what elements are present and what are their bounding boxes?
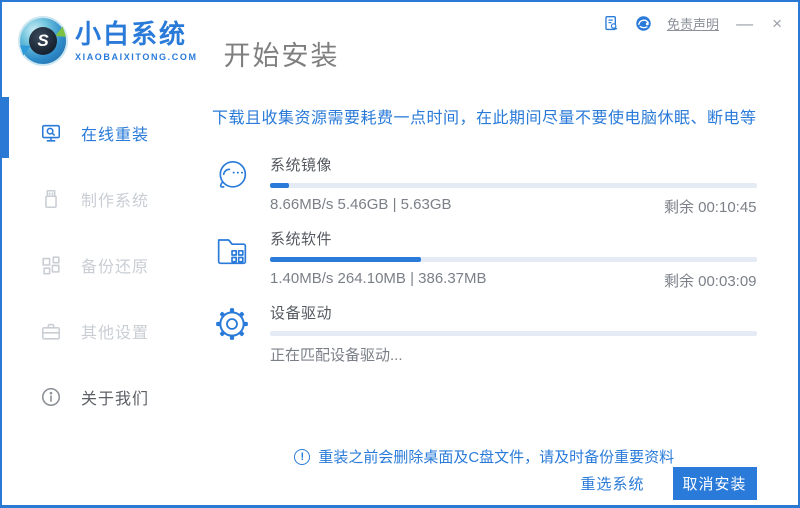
sidebar-item-label: 备份还原 (81, 259, 150, 276)
sidebar-item-online-reinstall[interactable]: 在线重装 (2, 100, 202, 166)
task-row-device-driver: 设备驱动 正在匹配设备驱动... (212, 302, 757, 365)
task-stats: 正在匹配设备驱动... (270, 344, 757, 365)
time-remaining: 剩余 00:10:45 (663, 199, 757, 216)
install-panel: 下载且收集资源需要耗费一点时间，在此期间尽量不要使电脑休眠、断电等 系统镜像 8… (202, 90, 798, 505)
gear-icon (212, 304, 252, 344)
task-row-system-image: 系统镜像 8.66MB/s 5.46GB | 5.63GB 剩余 00:10:4… (212, 154, 757, 217)
task-body: 系统软件 1.40MB/s 264.10MB | 386.37MB 剩余 00:… (270, 228, 757, 291)
customer-service-headset-icon[interactable] (635, 15, 652, 32)
task-title: 系统软件 (270, 231, 333, 248)
monitor-search-icon (41, 124, 61, 142)
task-title: 系统镜像 (270, 157, 333, 174)
brand-domain: XIAOBAIXITONG.COM (75, 51, 198, 62)
task-stats: 8.66MB/s 5.46GB | 5.63GB 剩余 00:10:45 (270, 196, 757, 217)
sidebar-item-other-settings[interactable]: 其他设置 (2, 298, 202, 364)
log-document-icon[interactable] (603, 15, 620, 32)
footer-actions: 重选系统 取消安装 (212, 467, 757, 505)
mascot-face-icon (212, 156, 252, 196)
sidebar-item-about-us[interactable]: 关于我们 (2, 364, 202, 430)
sidebar-item-label: 在线重装 (81, 127, 150, 144)
task-body: 设备驱动 正在匹配设备驱动... (270, 302, 757, 365)
minimize-button[interactable]: — (734, 15, 755, 32)
app-window: S 小白系统 XIAOBAIXITONG.COM 开始安装 免责声明 — × 在… (0, 0, 800, 508)
progress-fill (270, 183, 290, 188)
backup-notice-text: 重装之前会删除桌面及C盘文件，请及时备份重要资料 (318, 449, 675, 466)
page-title: 开始安装 (223, 41, 340, 71)
task-title: 设备驱动 (270, 305, 333, 322)
task-stats: 1.40MB/s 264.10MB | 386.37MB 剩余 00:03:09 (270, 270, 757, 291)
sidebar-item-label: 制作系统 (81, 193, 150, 210)
sidebar-item-label: 其他设置 (81, 325, 150, 342)
brand-name: 小白系统 (75, 19, 188, 49)
sidebar-item-make-system[interactable]: 制作系统 (2, 166, 202, 232)
sidebar: 在线重装 制作系统 备份还原 其他设置 关于我们 (2, 90, 202, 505)
disclaimer-link[interactable]: 免责声明 (667, 14, 719, 33)
brand-block: 小白系统 XIAOBAIXITONG.COM (75, 20, 198, 62)
titlebar: S 小白系统 XIAOBAIXITONG.COM 开始安装 免责声明 — × (2, 2, 798, 90)
download-speed-size: 1.40MB/s 264.10MB | 386.37MB (270, 270, 487, 287)
logo-sphere-icon: S (29, 27, 57, 55)
progress-bar (270, 331, 757, 336)
progress-bar (270, 183, 757, 188)
task-body: 系统镜像 8.66MB/s 5.46GB | 5.63GB 剩余 00:10:4… (270, 154, 757, 217)
cancel-install-button[interactable]: 取消安装 (672, 467, 757, 500)
exclamation-circle-icon: ! (294, 448, 311, 465)
sidebar-item-label: 关于我们 (81, 391, 150, 408)
titlebar-controls: 免责声明 — × (603, 14, 784, 33)
driver-status-text: 正在匹配设备驱动... (270, 347, 403, 364)
folder-apps-icon (212, 230, 252, 270)
backup-notice: ! 重装之前会删除桌面及C盘文件，请及时备份重要资料 (212, 446, 757, 467)
logo-green-arrow-icon (55, 26, 70, 42)
download-warning-text: 下载且收集资源需要耗费一点时间，在此期间尽量不要使电脑休眠、断电等 (212, 110, 757, 127)
sidebar-item-backup-restore[interactable]: 备份还原 (2, 232, 202, 298)
download-speed-size: 8.66MB/s 5.46GB | 5.63GB (270, 196, 452, 213)
app-logo: S (16, 18, 70, 64)
toolbox-icon (41, 323, 61, 340)
content-area: 在线重装 制作系统 备份还原 其他设置 关于我们 下载且收集资源需要耗费一点时间… (2, 90, 798, 505)
time-remaining: 剩余 00:03:09 (663, 273, 757, 290)
progress-fill (270, 257, 421, 262)
close-button[interactable]: × (770, 15, 784, 32)
reselect-system-button[interactable]: 重选系统 (581, 473, 645, 494)
progress-bar (270, 257, 757, 262)
usb-drive-icon (45, 189, 57, 209)
info-icon (41, 387, 61, 407)
backup-squares-icon (42, 256, 60, 275)
task-row-system-software: 系统软件 1.40MB/s 264.10MB | 386.37MB 剩余 00:… (212, 228, 757, 291)
sidebar-active-indicator (2, 97, 9, 158)
